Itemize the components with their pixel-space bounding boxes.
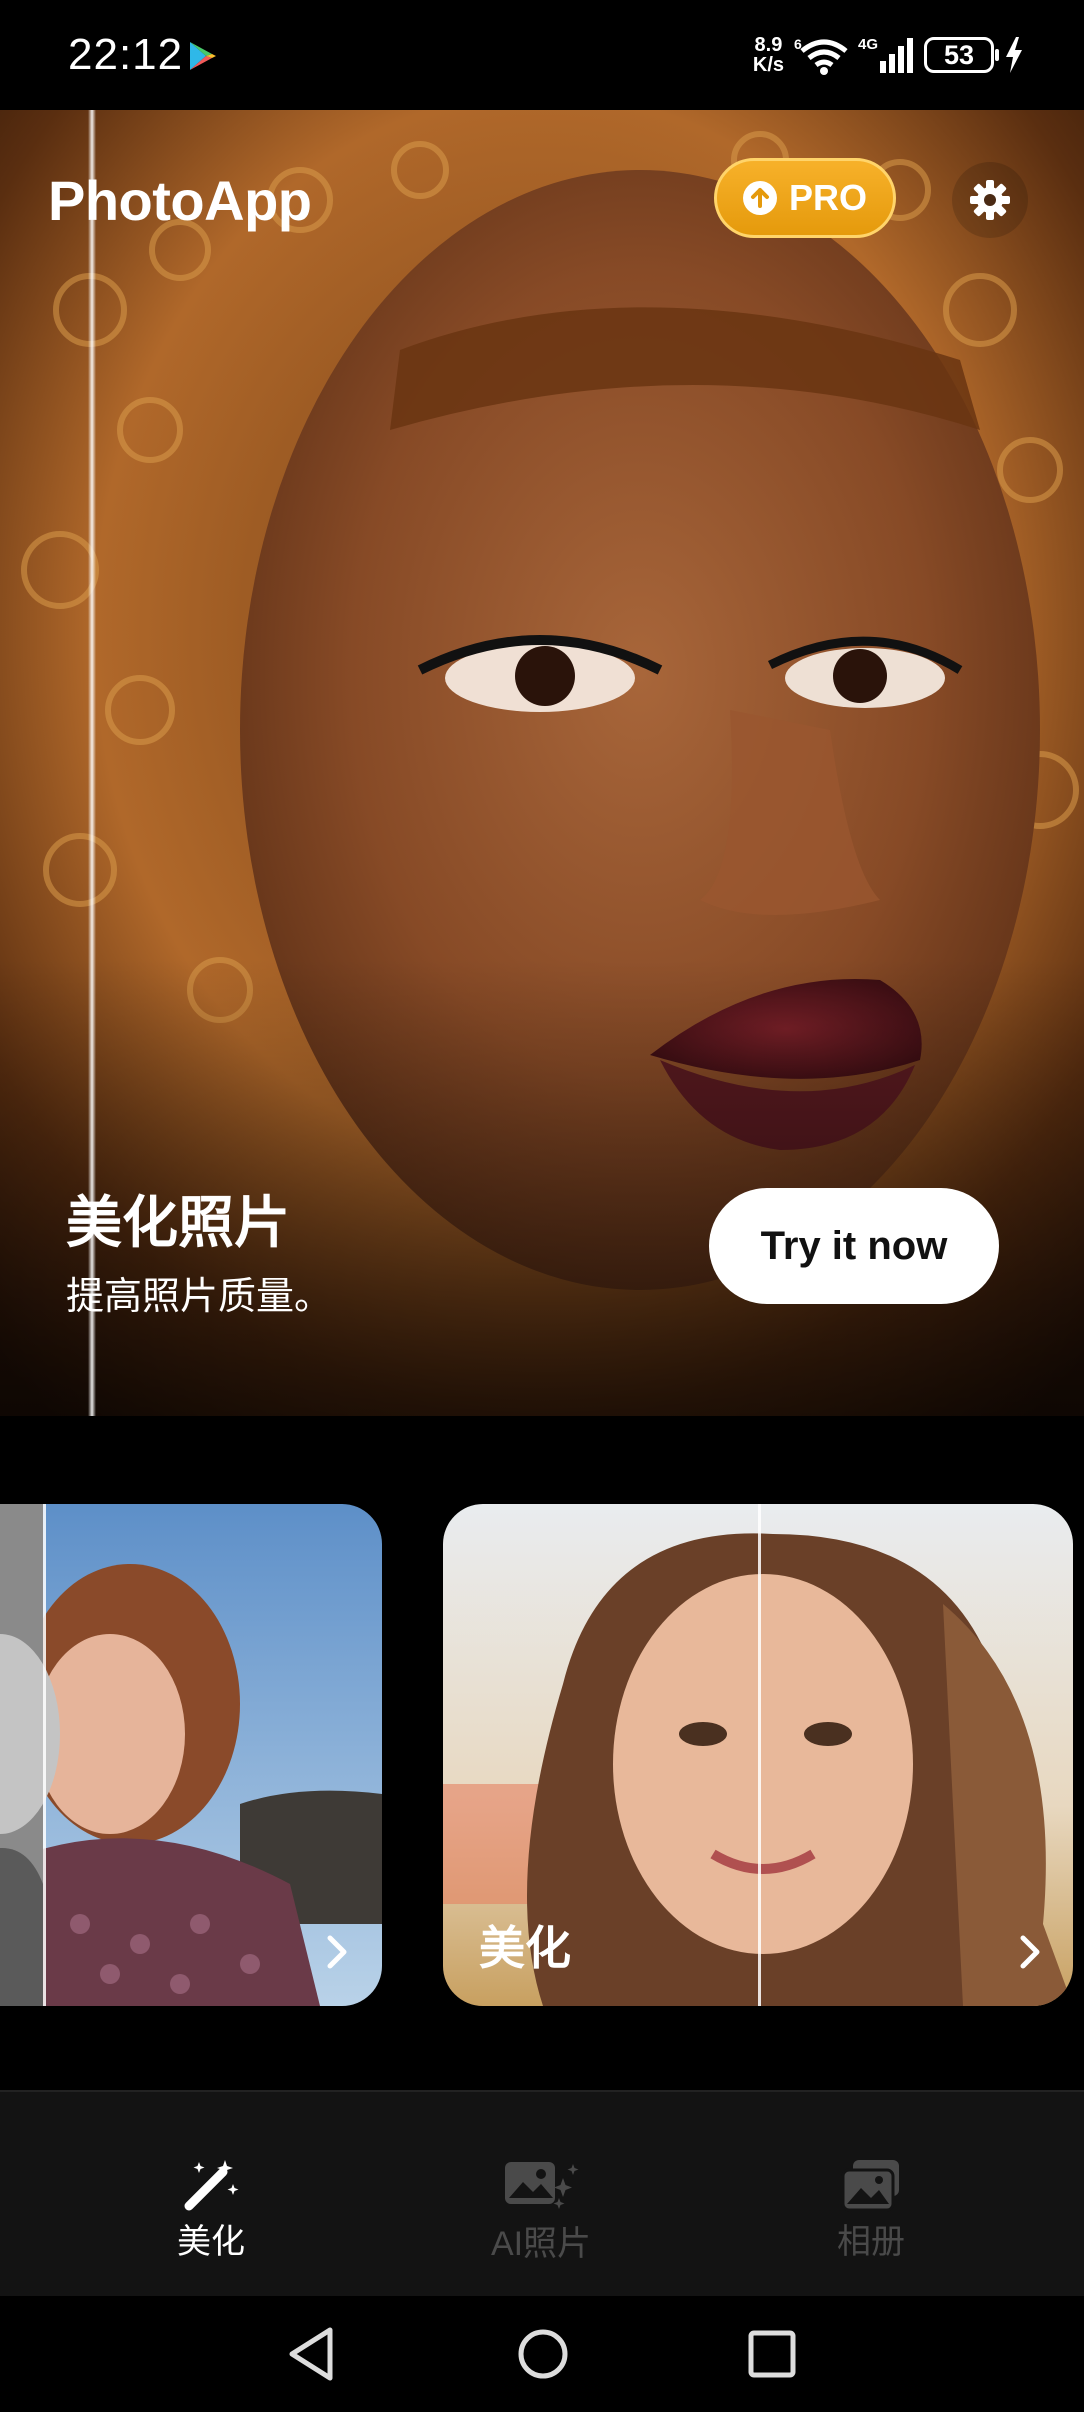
status-bar: 22:12 8.9 K/s 6 4G 53 <box>0 0 1084 110</box>
compare-divider <box>758 1504 761 2006</box>
chevron-right-icon <box>1020 1935 1040 1969</box>
feature-card-colorize[interactable] <box>0 1504 382 2006</box>
magic-wand-icon <box>184 2160 239 2211</box>
feature-card-beautify[interactable]: 美化 <box>443 1504 1073 2006</box>
svg-text:6: 6 <box>794 36 802 52</box>
status-time: 22:12 <box>68 30 184 79</box>
app-title: PhotoApp <box>48 169 312 232</box>
nav-item-gallery[interactable]: 相册 <box>771 2158 971 2263</box>
status-icons: 8.9 K/s 6 4G 53 <box>753 30 1024 80</box>
nav-label: 美化 <box>177 2223 245 2261</box>
nav-label: 相册 <box>837 2223 905 2261</box>
home-icon[interactable] <box>516 2326 570 2382</box>
nav-item-ai-photo[interactable]: AI照片 <box>441 2158 641 2265</box>
bottom-navigation: 美化 AI照片 相册 <box>0 2090 1084 2298</box>
feature-cards-carousel[interactable]: 美化 <box>0 1504 1084 2006</box>
network-speed-value: 8.9 <box>754 34 783 56</box>
play-store-notification-icon <box>190 42 216 70</box>
try-it-now-button[interactable]: Try it now <box>709 1188 999 1304</box>
card-label: 美化 <box>479 1922 571 1974</box>
hero-subtitle: 提高照片质量。 <box>66 1276 333 1318</box>
hero-title: 美化照片 <box>66 1191 290 1254</box>
settings-button[interactable] <box>952 162 1028 238</box>
gallery-icon <box>841 2160 899 2212</box>
network-speed-unit: K/s <box>752 54 784 76</box>
arrow-up-icon <box>742 181 777 215</box>
nav-label: AI照片 <box>490 2225 592 2263</box>
nav-item-beautify[interactable]: 美化 <box>111 2158 311 2263</box>
colorize-card-image <box>0 1504 382 2006</box>
wifi-icon: 6 <box>794 36 848 75</box>
svg-text:4G: 4G <box>858 36 878 53</box>
pro-label: PRO <box>788 177 867 218</box>
battery-indicator: 53 <box>924 37 999 73</box>
cellular-signal-icon: 4G <box>858 36 913 73</box>
recent-apps-icon[interactable] <box>746 2326 798 2382</box>
chevron-right-icon <box>327 1935 347 1969</box>
back-icon[interactable] <box>286 2326 336 2382</box>
hero-banner[interactable]: PhotoApp PRO 美化照片 提高照片质量。 Try it now <box>0 110 1084 1416</box>
system-navigation-bar <box>0 2296 1084 2412</box>
network-speed: 8.9 K/s <box>753 35 784 75</box>
gear-icon <box>970 180 1010 220</box>
ai-photo-icon <box>505 2162 579 2209</box>
compare-divider <box>43 1504 46 2006</box>
charging-bolt-icon <box>1006 37 1022 73</box>
pro-upgrade-button[interactable]: PRO <box>714 158 896 238</box>
